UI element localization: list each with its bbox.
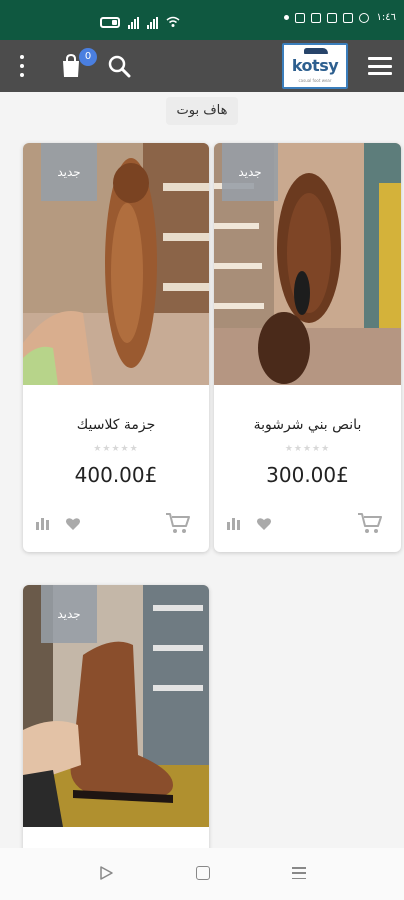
back-triangle-icon[interactable] <box>98 865 114 881</box>
status-left-icons <box>100 13 180 32</box>
home-square-icon[interactable] <box>196 866 210 880</box>
search-icon[interactable] <box>107 54 131 78</box>
logo-shoe-icon <box>304 48 328 54</box>
system-nav-bar <box>0 848 404 900</box>
recent-apps-icon[interactable] <box>292 867 306 879</box>
new-badge: جديد <box>41 143 97 201</box>
product-actions <box>214 511 401 537</box>
product-actions <box>23 511 209 537</box>
dot-icon <box>283 15 289 20</box>
category-title: هاف بوت <box>166 97 238 125</box>
status-right-icons: ١:٤٦ <box>283 12 396 23</box>
brand-logo[interactable]: kotsy casual foot wear <box>282 43 348 89</box>
more-options-icon[interactable] <box>17 55 27 77</box>
instagram-icon <box>294 12 305 23</box>
add-to-cart-icon[interactable] <box>357 512 383 534</box>
gallery-icon <box>310 12 321 23</box>
signal-icon <box>128 16 139 29</box>
status-bar: ١:٤٦ <box>0 0 404 40</box>
wifi-icon <box>166 13 180 32</box>
product-card[interactable]: جديد <box>23 585 209 865</box>
telegram-icon <box>342 12 353 23</box>
battery-icon <box>100 17 120 28</box>
product-card[interactable]: جديد جزمة كلاسيك ★★★★★ 400.00£ <box>23 143 209 552</box>
product-name[interactable]: بانص بني شرشوبة <box>214 417 401 433</box>
wishlist-heart-icon[interactable] <box>65 517 81 531</box>
compare-icon[interactable] <box>226 516 242 530</box>
logo-subtext: casual foot wear <box>298 78 332 83</box>
rating-stars: ★★★★★ <box>284 444 331 454</box>
menu-icon[interactable] <box>368 57 392 75</box>
product-card[interactable]: جديد بانص بني شرشوبة ★★★★★ 300.00£ <box>214 143 401 552</box>
product-price: 400.00£ <box>74 463 158 487</box>
mail-icon <box>326 12 337 23</box>
messenger-icon <box>358 12 369 23</box>
signal-icon-2 <box>147 16 158 29</box>
cart-count-badge: 0 <box>79 48 97 66</box>
compare-icon[interactable] <box>35 516 51 530</box>
new-badge: جديد <box>222 143 278 201</box>
product-price: 300.00£ <box>266 463 349 487</box>
clock: ١:٤٦ <box>376 12 396 23</box>
product-name[interactable]: جزمة كلاسيك <box>23 417 209 433</box>
logo-text: kotsy <box>291 56 339 75</box>
new-badge: جديد <box>41 585 97 643</box>
rating-stars: ★★★★★ <box>93 444 139 454</box>
add-to-cart-icon[interactable] <box>165 512 191 534</box>
wishlist-heart-icon[interactable] <box>256 517 272 531</box>
